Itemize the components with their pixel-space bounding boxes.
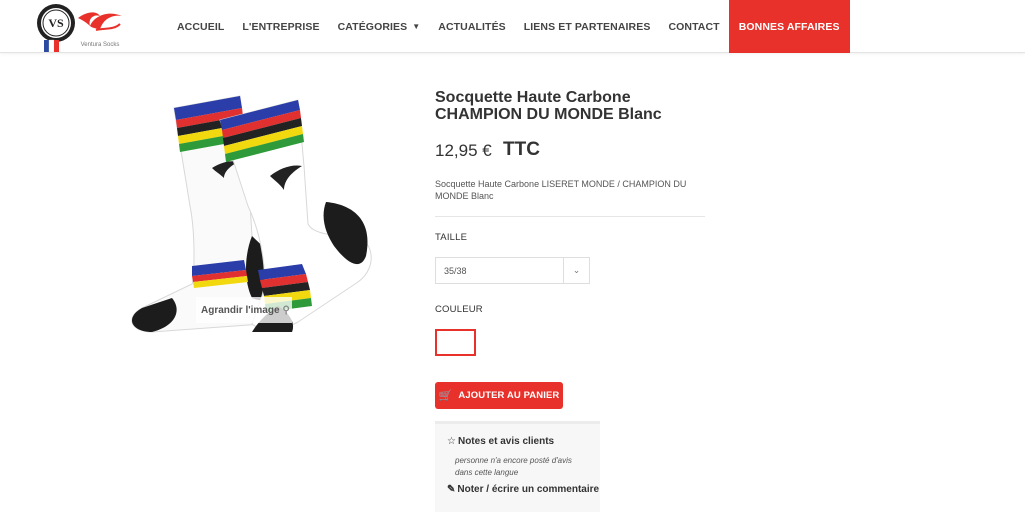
search-icon: ⚲ — [282, 304, 290, 316]
size-select-value: 35/38 — [444, 265, 467, 276]
product-title: Socquette Haute Carbone CHAMPION DU MOND… — [435, 89, 662, 123]
add-to-cart-button[interactable]: 🛒 AJOUTER AU PANIER — [435, 382, 563, 409]
reviews-title-text: Notes et avis clients — [457, 436, 555, 447]
nav-label: LIENS ET PARTENAIRES — [523, 20, 651, 33]
price-tax-label: TTC — [503, 139, 540, 160]
zoom-image-link[interactable]: Agrandir l'image ⚲ — [196, 297, 292, 323]
color-label: COULEUR — [435, 304, 483, 315]
nav-label: BONNES AFFAIRES — [738, 20, 840, 33]
write-review-label: Noter / écrire un commentaire — [457, 484, 600, 495]
nav-label: L'ENTREPRISE — [242, 20, 320, 33]
product-description: Socquette Haute Carbone LISERET MONDE / … — [435, 179, 687, 201]
add-to-cart-label: AJOUTER AU PANIER — [458, 390, 560, 401]
size-select[interactable]: 35/38 ⌄ — [435, 257, 590, 284]
size-label: TAILLE — [435, 232, 468, 243]
site-logo[interactable]: VS Ventura Socks — [34, 2, 126, 53]
nav-item-categories[interactable]: CATÉGORIES ▼ — [329, 0, 430, 53]
nav-label: ACCUEIL — [177, 20, 225, 33]
nav-label: CONTACT — [668, 20, 720, 33]
nav-item-liens[interactable]: LIENS ET PARTENAIRES — [515, 0, 660, 53]
reviews-box: ☆ Notes et avis clients personne n'a enco… — [435, 421, 600, 512]
site-header: VS Ventura Socks ACCUEIL L'ENTREPRISE CA… — [0, 0, 1025, 53]
product-price: 12,95 € — [435, 141, 492, 160]
nav-item-entreprise[interactable]: L'ENTREPRISE — [233, 0, 328, 53]
logo-badge-text: VS — [48, 16, 64, 30]
nav-item-actualites[interactable]: ACTUALITÉS — [429, 0, 515, 53]
nav-label: ACTUALITÉS — [438, 20, 506, 33]
nav-item-accueil[interactable]: ACCUEIL — [168, 0, 233, 53]
star-outline-icon: ☆ — [447, 436, 456, 447]
main-nav: ACCUEIL L'ENTREPRISE CATÉGORIES ▼ ACTUALI… — [168, 0, 850, 53]
cart-icon: 🛒 — [438, 390, 453, 402]
pencil-icon: ✎ — [447, 484, 456, 495]
logo-caption: Ventura Socks — [81, 42, 120, 48]
write-review-link[interactable]: ✎ Noter / écrire un commentaire — [447, 484, 599, 495]
nav-item-contact[interactable]: CONTACT — [659, 0, 728, 53]
chevron-down-icon: ⌄ — [563, 258, 589, 283]
reviews-empty-text: personne n'a encore posté d'avis dans ce… — [455, 456, 572, 477]
zoom-label: Agrandir l'image — [201, 304, 280, 316]
color-swatch-white[interactable] — [435, 329, 476, 356]
caret-down-icon: ▼ — [412, 22, 421, 31]
nav-label: CATÉGORIES — [337, 20, 408, 33]
reviews-title: ☆ Notes et avis clients — [447, 436, 554, 447]
nav-item-bonnes-affaires[interactable]: BONNES AFFAIRES — [728, 0, 850, 53]
divider — [435, 216, 705, 217]
